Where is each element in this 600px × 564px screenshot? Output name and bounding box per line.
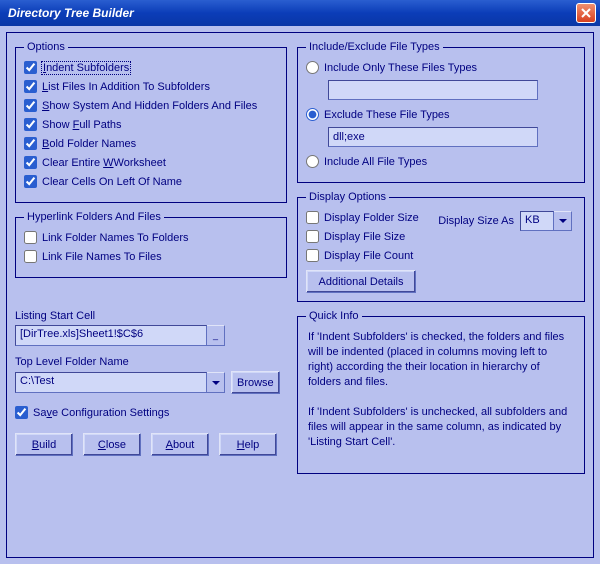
top-folder-value: C:\Test [15, 372, 207, 393]
quick-info-legend: Quick Info [306, 310, 362, 322]
exclude-label: Exclude These File Types [324, 109, 450, 121]
include-only-input[interactable] [328, 80, 538, 100]
include-only-radio[interactable] [306, 61, 319, 74]
include-exclude-group: Include/Exclude File Types Include Only … [297, 41, 585, 183]
display-file-count-label: Display File Count [324, 250, 413, 262]
clear-cells-left-checkbox[interactable] [24, 175, 37, 188]
show-full-paths-checkbox[interactable] [24, 118, 37, 131]
titlebar: Directory Tree Builder [0, 0, 600, 26]
indent-subfolders-checkbox[interactable] [24, 61, 37, 74]
save-config-checkbox[interactable] [15, 406, 28, 419]
window-title: Directory Tree Builder [8, 6, 576, 20]
close-button[interactable]: Close [83, 433, 141, 456]
quick-info-p1: If 'Indent Subfolders' is checked, the f… [306, 328, 576, 395]
show-system-checkbox[interactable] [24, 99, 37, 112]
include-all-radio[interactable] [306, 155, 319, 168]
listing-start-cell-label: Listing Start Cell [15, 310, 287, 322]
bold-folder-checkbox[interactable] [24, 137, 37, 150]
close-icon[interactable] [576, 3, 596, 23]
list-files-checkbox[interactable] [24, 80, 37, 93]
clear-cells-left-label: Clear Cells On Left Of Name [42, 176, 182, 188]
link-folders-checkbox[interactable] [24, 231, 37, 244]
chevron-down-icon[interactable] [207, 372, 225, 393]
link-files-label: Link File Names To Files [42, 251, 162, 263]
include-exclude-legend: Include/Exclude File Types [306, 41, 443, 53]
display-options-legend: Display Options [306, 191, 389, 203]
top-folder-select[interactable]: C:\Test [15, 372, 225, 393]
quick-info-group: Quick Info If 'Indent Subfolders' is che… [297, 310, 585, 474]
additional-details-button[interactable]: Additional Details [306, 270, 416, 293]
show-system-label: Show System And Hidden Folders And Files [42, 100, 257, 112]
clear-worksheet-label: Clear Entire WWorksheet [42, 157, 166, 169]
browse-button[interactable]: Browse [231, 371, 280, 394]
display-size-as-label: Display Size As [438, 215, 514, 227]
link-folders-label: Link Folder Names To Folders [42, 232, 189, 244]
list-files-label: List Files In Addition To Subfolders [42, 81, 210, 93]
hyperlink-group: Hyperlink Folders And Files Link Folder … [15, 211, 287, 278]
help-button[interactable]: Help [219, 433, 277, 456]
exclude-input[interactable] [328, 127, 538, 147]
exclude-radio[interactable] [306, 108, 319, 121]
display-folder-size-label: Display Folder Size [324, 212, 419, 224]
top-folder-label: Top Level Folder Name [15, 356, 287, 368]
link-files-checkbox[interactable] [24, 250, 37, 263]
show-full-paths-label: Show Full Paths [42, 119, 122, 131]
hyperlink-legend: Hyperlink Folders And Files [24, 211, 164, 223]
options-legend: Options [24, 41, 68, 53]
display-file-size-checkbox[interactable] [306, 230, 319, 243]
display-size-as-select[interactable]: KB [520, 211, 572, 231]
include-only-label: Include Only These Files Types [324, 62, 477, 74]
listing-start-cell-field[interactable]: [DirTree.xls]Sheet1!$C$6 _ [15, 325, 225, 346]
include-all-label: Include All File Types [324, 156, 427, 168]
display-file-count-checkbox[interactable] [306, 249, 319, 262]
about-button[interactable]: About [151, 433, 209, 456]
bold-folder-label: Bold Folder Names [42, 138, 136, 150]
quick-info-p2: If 'Indent Subfolders' is unchecked, all… [306, 403, 576, 456]
ref-edit-icon[interactable]: _ [207, 325, 225, 346]
display-folder-size-checkbox[interactable] [306, 211, 319, 224]
indent-subfolders-label: Indent Subfolders [42, 62, 130, 74]
display-file-size-label: Display File Size [324, 231, 405, 243]
display-options-group: Display Options Display Folder Size Disp… [297, 191, 585, 302]
listing-start-cell-value: [DirTree.xls]Sheet1!$C$6 [15, 325, 207, 346]
clear-worksheet-checkbox[interactable] [24, 156, 37, 169]
save-config-label: Save Configuration Settings [33, 407, 169, 419]
display-size-as-value: KB [520, 211, 554, 231]
options-group: Options Indent Subfolders List Files In … [15, 41, 287, 203]
build-button[interactable]: Build [15, 433, 73, 456]
chevron-down-icon[interactable] [554, 211, 572, 231]
